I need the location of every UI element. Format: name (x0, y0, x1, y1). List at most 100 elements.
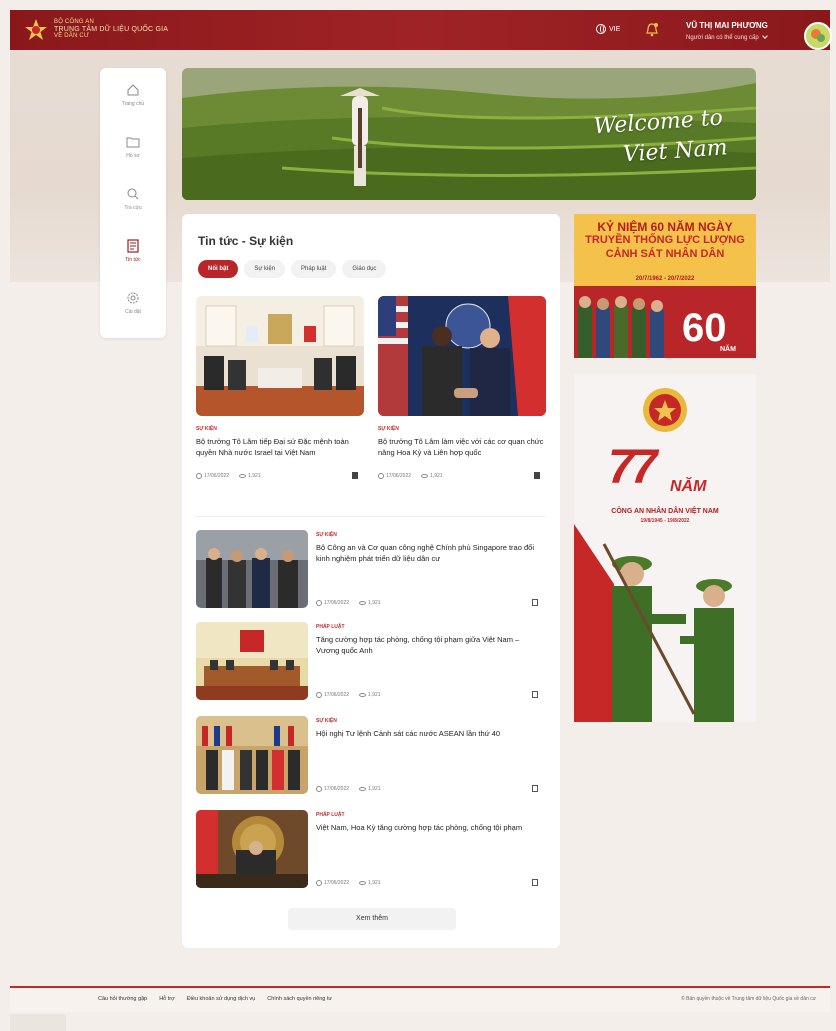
tab-law[interactable]: Pháp luật (291, 260, 337, 278)
news-views: 1,921 (368, 692, 381, 698)
banner-line-3: CẢNH SÁT NHÂN DÂN (605, 248, 725, 260)
footer: Câu hỏi thường gặp Hỗ trợ Điều khoản sử … (10, 988, 830, 1012)
language-switcher[interactable]: VIE (596, 24, 620, 34)
footer-bottom-band (10, 1012, 830, 1031)
soldiers-parade-image (574, 388, 734, 722)
delegation-image (196, 530, 308, 608)
news-meta: 17/06/2022 1,921 (316, 691, 544, 698)
notification-bell-icon[interactable] (646, 23, 658, 37)
sidebar-item-news[interactable]: Tin tức (100, 226, 166, 276)
anniversary-60-banner[interactable]: KỶ NIỆM 60 NĂM NGÀY TRUYỀN THỐNG LỰC LƯỢ… (574, 214, 756, 358)
avatar[interactable] (804, 22, 832, 50)
news-image[interactable] (196, 296, 364, 416)
banner-dates: 19/8/1945 - 19/8/2022 (640, 518, 690, 524)
tab-education[interactable]: Giáo dục (342, 260, 387, 278)
tab-highlights[interactable]: Nổi bật (198, 260, 239, 278)
news-title[interactable]: Tăng cường hợp tác phòng, chống tội phạm… (316, 634, 544, 670)
news-date: 17/06/2022 (204, 473, 230, 479)
org-line-1: BỘ CÔNG AN (54, 19, 95, 25)
asean-meeting-image (196, 716, 308, 794)
eye-icon (239, 474, 247, 478)
news-tag: SỰ KIỆN (316, 532, 337, 538)
section-divider (196, 516, 546, 517)
clock-icon (316, 786, 322, 792)
news-tag: SỰ KIỆN (378, 426, 399, 432)
banner-unit: NĂM (670, 478, 707, 495)
user-role[interactable]: Người dân có thể cung cấp (686, 33, 768, 41)
sidebar-item-label: Hồ sơ (126, 153, 140, 159)
welcome-hero-banner: Welcome to Viet Nam (182, 68, 756, 200)
banner-line-2: TRUYỀN THỐNG LỰC LƯỢNG (585, 234, 745, 246)
bookmark-icon[interactable] (532, 599, 538, 606)
bookmark-icon[interactable] (534, 472, 540, 479)
conference-room-image (196, 622, 308, 700)
news-title[interactable]: Bộ Công an và Cơ quan công nghệ Chính ph… (316, 542, 544, 578)
news-thumbnail[interactable] (196, 716, 308, 794)
sidebar-item-label: Tra cứu (124, 205, 142, 211)
news-title[interactable]: Việt Nam, Hoa Kỳ tăng cường hợp tác phòn… (316, 822, 544, 858)
meeting-room-image (196, 296, 364, 416)
folder-icon (126, 137, 140, 148)
list-item-body: SỰ KIỆN Hội nghị Tư lệnh Cảnh sát các nư… (316, 716, 544, 792)
news-views: 1,921 (368, 786, 381, 792)
footer-links: Câu hỏi thường gặp Hỗ trợ Điều khoản sử … (98, 996, 332, 1002)
sidebar-item-label: Trang chủ (121, 101, 145, 107)
news-title[interactable]: Bộ trưởng Tô Lâm tiếp Đại sứ Đặc mệnh to… (196, 436, 364, 469)
news-tag: SỰ KIỆN (316, 718, 337, 724)
gear-icon (127, 292, 139, 304)
eye-icon (421, 474, 429, 478)
bookmark-icon[interactable] (532, 691, 538, 698)
org-line-2: TRUNG TÂM DỮ LIỆU QUỐC GIA (54, 26, 169, 33)
list-item[interactable]: SỰ KIỆN Hội nghị Tư lệnh Cảnh sát các nư… (196, 716, 546, 796)
bookmark-icon[interactable] (532, 785, 538, 792)
search-icon (127, 188, 139, 200)
banner-number: 60 (682, 306, 727, 350)
copyright-text: © Bản quyền thuộc về Trung tâm dữ liệu Q… (681, 996, 816, 1002)
news-title[interactable]: Bộ trưởng Tô Lâm làm việc với các cơ qua… (378, 436, 546, 469)
chevron-down-icon (761, 33, 768, 39)
news-thumbnail[interactable] (196, 622, 308, 700)
list-item[interactable]: PHÁP LUẬT Tăng cường hợp tác phòng, chốn… (196, 622, 546, 702)
user-name[interactable]: VŨ THỊ MAI PHƯƠNG (686, 21, 768, 30)
police-emblem-logo[interactable] (24, 18, 48, 42)
list-item-body: PHÁP LUẬT Việt Nam, Hoa Kỳ tăng cường hợ… (316, 810, 544, 886)
tab-events[interactable]: Sự kiện (244, 260, 286, 278)
eye-icon (359, 601, 367, 605)
sidebar-item-lookup[interactable]: Tra cứu (100, 174, 166, 224)
featured-news-card[interactable]: SỰ KIỆN Bộ trưởng Tô Lâm làm việc với cá… (378, 296, 546, 479)
see-more-button[interactable]: Xem thêm (288, 908, 456, 930)
globe-icon (596, 24, 606, 34)
anniversary-77-banner[interactable]: 77 NĂM CÔNG AN NHÂN DÂN VIỆT NAM 19/8/19… (574, 374, 756, 722)
banner-number: 77 (608, 441, 657, 494)
news-title[interactable]: Hội nghị Tư lệnh Cảnh sát các nước ASEAN… (316, 728, 544, 764)
news-date: 17/06/2022 (324, 880, 350, 886)
banner-subtitle: CÔNG AN NHÂN DÂN VIỆT NAM (611, 508, 719, 515)
language-label: VIE (609, 25, 621, 33)
clock-icon (316, 692, 322, 698)
footer-link-faq[interactable]: Câu hỏi thường gặp (98, 996, 147, 1002)
eye-icon (359, 881, 367, 885)
featured-news-card[interactable]: SỰ KIỆN Bộ trưởng Tô Lâm tiếp Đại sứ Đặc… (196, 296, 364, 479)
news-thumbnail[interactable] (196, 810, 308, 888)
home-icon (127, 84, 139, 96)
footer-link-terms[interactable]: Điều khoản sử dụng dịch vụ (187, 996, 256, 1002)
banner-line-1: KỶ NIỆM 60 NĂM NGÀY (597, 220, 733, 234)
news-views: 1,921 (368, 880, 381, 886)
clock-icon (316, 600, 322, 606)
sidebar-item-records[interactable]: Hồ sơ (100, 122, 166, 172)
footer-link-support[interactable]: Hỗ trợ (159, 996, 175, 1002)
news-date: 17/06/2022 (324, 786, 350, 792)
list-item[interactable]: PHÁP LUẬT Việt Nam, Hoa Kỳ tăng cường hợ… (196, 810, 546, 890)
news-thumbnail[interactable] (196, 530, 308, 608)
list-item[interactable]: SỰ KIỆN Bộ Công an và Cơ quan công nghệ … (196, 530, 546, 610)
list-item-body: SỰ KIỆN Bộ Công an và Cơ quan công nghệ … (316, 530, 544, 606)
org-name: BỘ CÔNG AN TRUNG TÂM DỮ LIỆU QUỐC GIA VỀ… (54, 19, 168, 40)
sidebar-item-home[interactable]: Trang chủ (100, 70, 166, 120)
news-date: 17/06/2022 (386, 473, 412, 479)
bookmark-icon[interactable] (352, 472, 358, 479)
clock-icon (378, 473, 384, 479)
bookmark-icon[interactable] (532, 879, 538, 886)
sidebar-item-settings[interactable]: Cài đặt (100, 278, 166, 328)
news-image[interactable] (378, 296, 546, 416)
footer-link-privacy[interactable]: Chính sách quyền riêng tư (267, 996, 332, 1002)
